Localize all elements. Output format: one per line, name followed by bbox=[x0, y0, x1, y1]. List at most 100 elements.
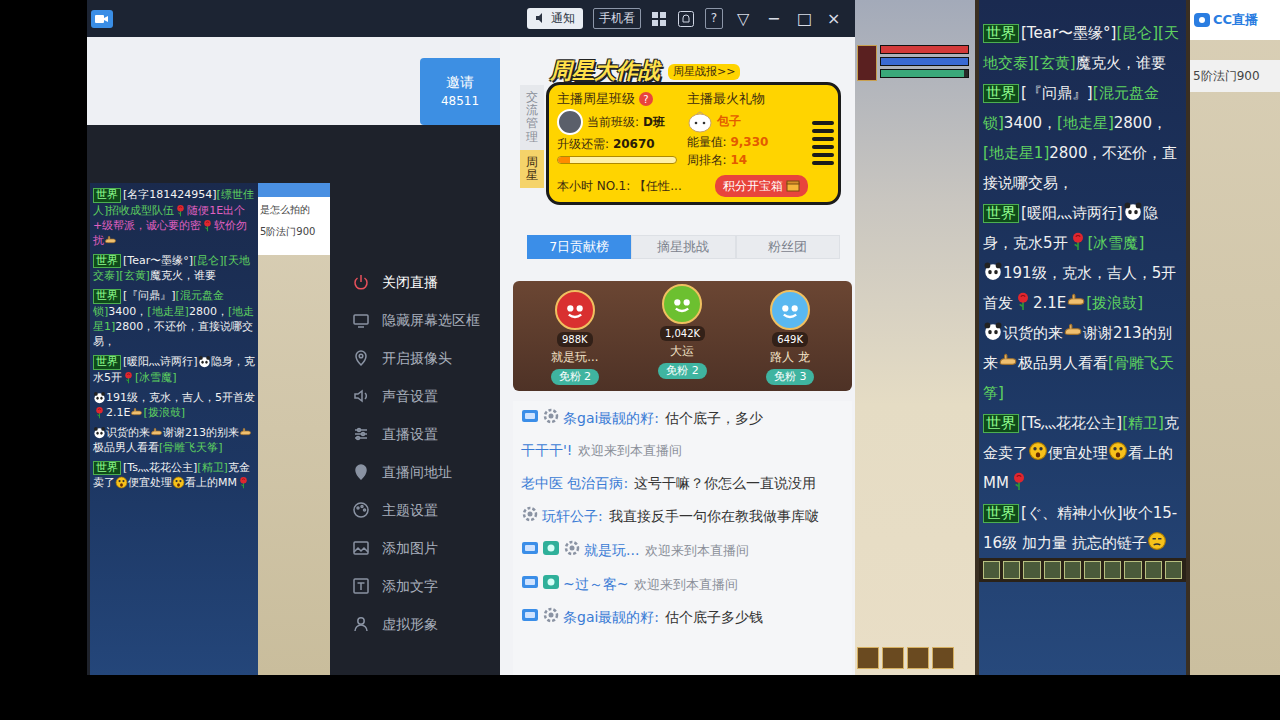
menu-item[interactable]: 添加文字 bbox=[352, 567, 480, 605]
channel-tag[interactable]: 世界 bbox=[983, 504, 1019, 523]
game-window: 世界[Tear〜墨缘°][昆仑][天地交泰][玄黄]魔克火，谁要世界[『问鼎』]… bbox=[855, 0, 1280, 675]
menu-item[interactable]: 关闭直播 bbox=[352, 263, 480, 301]
user-name[interactable]: 条gai最靓的籽: bbox=[563, 410, 659, 426]
channel-tag[interactable]: 世界 bbox=[93, 355, 121, 370]
chat-text: [骨雕飞天筝] bbox=[159, 441, 223, 454]
fan-badge-icon bbox=[542, 539, 560, 557]
class-help[interactable]: ? bbox=[639, 92, 653, 106]
channel-tag[interactable]: 世界 bbox=[983, 84, 1019, 103]
chat-text: [暖阳灬诗两行] bbox=[123, 355, 198, 368]
help-button[interactable]: ? bbox=[705, 8, 723, 28]
menu-label: 虚拟形象 bbox=[382, 614, 438, 634]
rank-tabs: 7日贡献榜摘星挑战粉丝团 bbox=[527, 235, 840, 259]
menu-label: 关闭直播 bbox=[382, 272, 438, 292]
side-tab[interactable]: 周星 bbox=[520, 150, 544, 188]
channel-tag[interactable]: 世界 bbox=[93, 461, 121, 476]
rank-tab[interactable]: 摘星挑战 bbox=[631, 235, 735, 259]
gift-column: 主播最火礼物 包子 能量值: 9,330 周排名: 14 bbox=[687, 90, 809, 169]
top-row: 交流管理周星 周星大作战 周星战报>> 主播周星班级? 当前班 bbox=[500, 50, 855, 225]
chat-text: 极品男人看看 bbox=[93, 441, 159, 454]
chat-text: 魔克火，谁要 bbox=[1076, 54, 1166, 72]
fan-name: 大运 bbox=[670, 343, 694, 360]
week-star-widget: 周星大作战 周星战报>> 主播周星班级? 当前班级:D班 升级还需: 20670 bbox=[546, 50, 841, 225]
panda-icon bbox=[983, 321, 1003, 341]
upgrade-value: 20670 bbox=[613, 137, 655, 151]
panda-icon bbox=[198, 355, 211, 368]
menu-item[interactable]: 主题设置 bbox=[352, 491, 480, 529]
user-name[interactable]: 老中医 包治百病: bbox=[521, 475, 628, 491]
rank-tab[interactable]: 粉丝团 bbox=[736, 235, 840, 259]
menu-icon bbox=[352, 425, 370, 443]
game-side: CC直播 5阶法门900 bbox=[1190, 0, 1280, 675]
rank-tab[interactable]: 7日贡献榜 bbox=[527, 235, 631, 259]
channel-tag[interactable]: 世界 bbox=[983, 24, 1019, 43]
podium-entry[interactable]: 649K路人 龙免粉 3 bbox=[742, 290, 838, 385]
week-star-report-link[interactable]: 周星战报>> bbox=[668, 64, 740, 81]
chest-button[interactable]: 积分开宝箱 bbox=[715, 175, 808, 197]
chat-message: 世界[Ts灬花花公主][精卫]克金卖了便宜处理看上的MM bbox=[93, 460, 255, 491]
fan-score: 988K bbox=[557, 332, 593, 347]
rose-icon bbox=[1068, 231, 1088, 251]
face-icon bbox=[668, 290, 696, 318]
menu-icon bbox=[352, 387, 370, 405]
notify-button[interactable]: 通知 bbox=[527, 8, 583, 28]
shock-icon bbox=[1028, 441, 1048, 461]
menu-item[interactable]: 声音设置 bbox=[352, 377, 480, 415]
chat-text: 我直接反手一句你在教我做事库啵 bbox=[609, 508, 819, 524]
left-pane: 邀请 48511 世界[名字181424954][缥世佳人]招收成型队伍随便1E… bbox=[87, 37, 500, 675]
channel-tag[interactable]: 世界 bbox=[93, 188, 121, 203]
chat-text: 便宜处理 bbox=[128, 476, 172, 489]
collapse-button[interactable]: ▽ bbox=[733, 9, 753, 28]
menu-label: 开启摄像头 bbox=[382, 348, 452, 368]
side-tab[interactable]: 交流管理 bbox=[520, 85, 544, 150]
menu-item[interactable]: 隐藏屏幕选区框 bbox=[352, 301, 480, 339]
user-name[interactable]: 干干干'! bbox=[521, 442, 572, 458]
channel-tag[interactable]: 世界 bbox=[983, 204, 1019, 223]
grid-icon[interactable] bbox=[651, 11, 667, 27]
invite-button[interactable]: 邀请 48511 bbox=[420, 58, 500, 125]
chat-toolbar[interactable] bbox=[979, 558, 1186, 582]
class-column: 主播周星班级? 当前班级:D班 升级还需: 20670 bbox=[557, 90, 679, 169]
level-badge-icon bbox=[521, 407, 539, 425]
podium-entry[interactable]: 988K就是玩...免粉 2 bbox=[527, 290, 623, 385]
side-tab-label: 交流管理 bbox=[526, 91, 538, 144]
channel-tag[interactable]: 世界 bbox=[983, 414, 1019, 433]
menu-item[interactable]: 添加图片 bbox=[352, 529, 480, 567]
popup-bar bbox=[258, 183, 330, 197]
note-box: 5阶法门900 bbox=[1190, 60, 1280, 92]
user-name[interactable]: 条gai最靓的籽: bbox=[563, 609, 659, 625]
menu-item[interactable]: 虚拟形象 bbox=[352, 605, 480, 643]
mobile-watch-button[interactable]: 手机看 bbox=[593, 8, 641, 28]
channel-tag[interactable]: 世界 bbox=[93, 289, 121, 304]
minimize-button[interactable]: − bbox=[763, 9, 783, 28]
rose-icon bbox=[1009, 471, 1029, 491]
chat-text: 2800， bbox=[1114, 114, 1167, 132]
user-name[interactable]: ~过～客~ bbox=[563, 576, 628, 592]
week-star-tv: 主播周星班级? 当前班级:D班 升级还需: 20670 主播最火礼物 bbox=[546, 82, 841, 205]
upgrade-label: 升级还需: bbox=[557, 137, 609, 151]
podium-entry[interactable]: 1,042K大运免粉 2 bbox=[634, 284, 730, 379]
rose-icon bbox=[237, 476, 250, 489]
skin-icon[interactable] bbox=[677, 10, 695, 28]
chat-text: 极品男人看看 bbox=[1018, 354, 1108, 372]
close-button[interactable]: × bbox=[823, 9, 843, 28]
maximize-label: □ bbox=[797, 9, 812, 28]
user-name[interactable]: 就是玩... bbox=[584, 542, 639, 558]
fan-score: 1,042K bbox=[660, 326, 705, 341]
notify-label: 通知 bbox=[551, 11, 575, 25]
face-icon bbox=[776, 296, 804, 324]
menu-item[interactable]: 直播设置 bbox=[352, 415, 480, 453]
menu-label: 添加文字 bbox=[382, 576, 438, 596]
chat-text: 估个底子多少钱 bbox=[665, 609, 763, 625]
game-toolbar[interactable] bbox=[857, 647, 969, 669]
user-name[interactable]: 玩轩公子: bbox=[542, 508, 603, 524]
rank-value: 14 bbox=[730, 153, 747, 167]
channel-tag[interactable]: 世界 bbox=[93, 254, 121, 269]
level-badge-icon bbox=[521, 539, 539, 557]
invite-count: 48511 bbox=[441, 93, 479, 110]
menu-item[interactable]: 直播间地址 bbox=[352, 453, 480, 491]
maximize-button[interactable]: □ bbox=[793, 9, 813, 28]
chat-text: [地走星] bbox=[147, 305, 189, 318]
menu-item[interactable]: 开启摄像头 bbox=[352, 339, 480, 377]
menu-label: 主题设置 bbox=[382, 500, 438, 520]
